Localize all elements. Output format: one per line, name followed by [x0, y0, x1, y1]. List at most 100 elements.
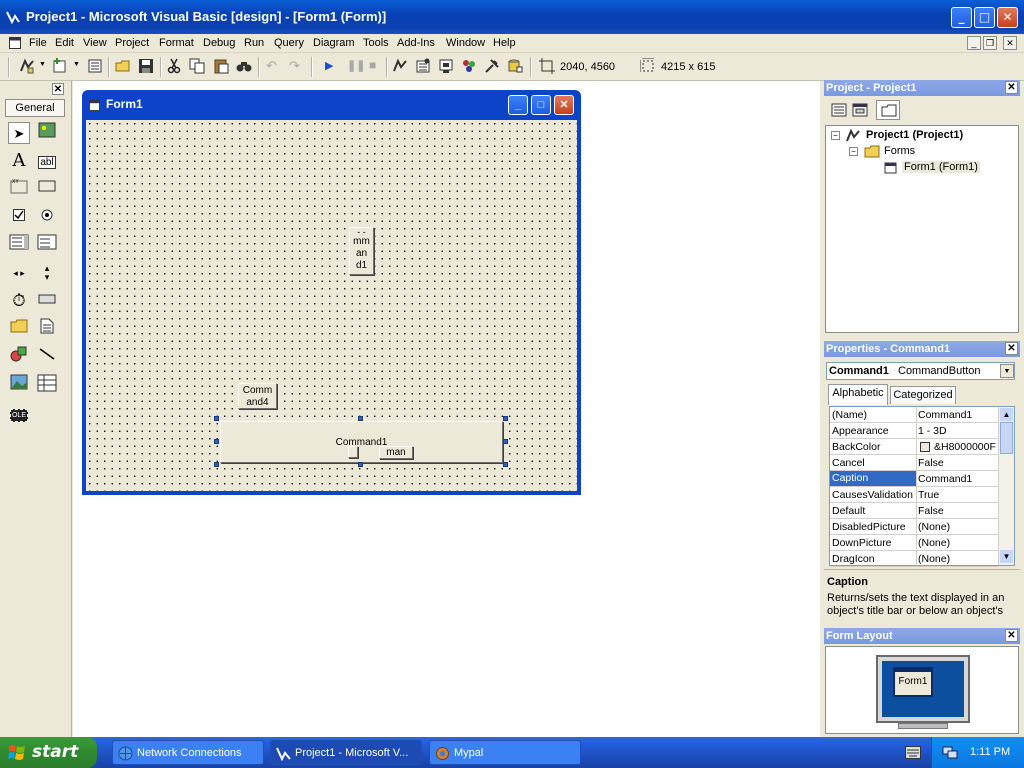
toolbox-tab-general[interactable]: General	[5, 99, 65, 117]
property-value[interactable]: Command1	[918, 473, 998, 485]
open-folder-icon[interactable]	[115, 58, 131, 74]
scroll-thumb[interactable]	[1000, 422, 1013, 454]
project-explorer-title[interactable]: Project - Project1 ✕	[824, 80, 1020, 96]
find-icon[interactable]	[236, 58, 252, 74]
menu-help[interactable]: Help	[493, 37, 516, 49]
cut-icon[interactable]	[166, 58, 182, 74]
property-row[interactable]: Appearance 1 - 3D	[830, 423, 998, 439]
command4-button[interactable]: Comm and4	[238, 383, 277, 409]
properties-title[interactable]: Properties - Command1 ✕	[824, 341, 1020, 357]
tiny-button[interactable]	[348, 446, 358, 458]
image-tool-icon[interactable]	[8, 374, 30, 396]
scroll-up-icon[interactable]: ▲	[1000, 408, 1013, 421]
hscrollbar-tool-icon[interactable]: ◂ ▸	[8, 262, 30, 284]
task-network-connections[interactable]: Network Connections	[112, 740, 264, 765]
property-row-selected[interactable]: Caption Command1	[830, 471, 998, 487]
menu-window[interactable]: Window	[446, 37, 485, 49]
combobox-tool-icon[interactable]	[8, 234, 30, 256]
resize-handle-se[interactable]	[503, 462, 508, 467]
ole-tool-icon[interactable]: OLE	[8, 402, 30, 424]
network-tray-icon[interactable]	[942, 744, 958, 760]
add-form-icon[interactable]	[52, 58, 68, 74]
save-icon[interactable]	[138, 58, 154, 74]
dirlistbox-tool-icon[interactable]	[8, 318, 30, 340]
toolbar-grip[interactable]	[8, 57, 10, 77]
add-project-icon[interactable]	[19, 58, 35, 74]
maximize-button[interactable]: □	[974, 7, 995, 28]
property-row[interactable]: (Name) Command1	[830, 407, 998, 423]
properties-window-icon[interactable]	[415, 58, 431, 74]
shape-tool-icon[interactable]	[8, 346, 30, 368]
project-explorer-icon[interactable]	[392, 58, 408, 74]
copy-icon[interactable]	[189, 58, 205, 74]
task-mypal[interactable]: Mypal	[429, 740, 581, 765]
drivelistbox-tool-icon[interactable]	[36, 290, 58, 312]
resize-handle-nw[interactable]	[214, 416, 219, 421]
resize-handle-sw[interactable]	[214, 462, 219, 467]
label-tool-icon[interactable]: A	[8, 150, 30, 172]
resize-handle-e[interactable]	[503, 439, 508, 444]
view-object-icon[interactable]	[852, 103, 868, 117]
command-button-narrow[interactable]: - - mm an d1	[349, 227, 374, 275]
object-selector[interactable]: Command1 CommandButton ▼	[826, 362, 1015, 380]
scroll-down-icon[interactable]: ▼	[1000, 550, 1013, 563]
menu-query[interactable]: Query	[274, 37, 304, 49]
resize-handle-n[interactable]	[358, 416, 363, 421]
start-run-icon[interactable]: ▶	[325, 59, 333, 72]
menu-editor-icon[interactable]	[87, 58, 103, 74]
property-row[interactable]: DragIcon (None)	[830, 551, 998, 567]
resize-handle-w[interactable]	[214, 439, 219, 444]
redo-icon[interactable]: ↷	[289, 58, 300, 74]
tab-alphabetic[interactable]: Alphabetic	[828, 384, 888, 405]
tree-collapse-icon[interactable]: −	[849, 147, 858, 156]
menu-file[interactable]: File	[29, 37, 47, 49]
form-designer-window[interactable]: Form1 _ □ ✕ - - mm an d1 Comm and4 Comma…	[82, 90, 581, 495]
project-explorer-close-button[interactable]: ✕	[1005, 81, 1018, 94]
data-view-icon[interactable]	[507, 58, 523, 74]
property-row[interactable]: CausesValidation True	[830, 487, 998, 503]
data-tool-icon[interactable]	[36, 374, 58, 396]
vscrollbar-tool-icon[interactable]: ▴ ▾	[36, 262, 58, 284]
form-layout-icon[interactable]	[438, 58, 454, 74]
form-maximize-button[interactable]: □	[531, 95, 551, 115]
view-code-icon[interactable]	[831, 103, 847, 117]
object-dropdown-icon[interactable]: ▼	[1000, 364, 1014, 378]
task-visual-basic[interactable]: Project1 - Microsoft V...	[270, 740, 422, 765]
menu-add-ins[interactable]: Add-Ins	[397, 37, 435, 49]
command1-button[interactable]: Command1	[220, 421, 503, 463]
form1-position-preview[interactable]: Form1	[893, 667, 933, 697]
form-design-surface[interactable]: - - mm an d1 Comm and4 Command1 man	[86, 120, 577, 491]
property-row[interactable]: DisabledPicture (None)	[830, 519, 998, 535]
resize-handle-ne[interactable]	[503, 416, 508, 421]
property-row[interactable]: BackColor &H8000000F	[830, 439, 998, 455]
menu-debug[interactable]: Debug	[203, 37, 235, 49]
commandbutton-tool-icon[interactable]	[36, 178, 58, 200]
tree-item-forms[interactable]: Forms	[884, 145, 915, 157]
properties-scrollbar[interactable]: ▲ ▼	[998, 407, 1014, 565]
menu-project[interactable]: Project	[115, 37, 149, 49]
checkbox-tool-icon[interactable]	[8, 206, 30, 228]
dropdown-arrow-icon[interactable]: ▼	[39, 61, 46, 68]
form-close-button[interactable]: ✕	[554, 95, 574, 115]
resize-handle-s[interactable]	[358, 462, 363, 467]
frame-tool-icon[interactable]: XY	[8, 178, 30, 200]
form-minimize-button[interactable]: _	[508, 95, 528, 115]
form-layout-title[interactable]: Form Layout ✕	[824, 628, 1020, 644]
pointer-tool-icon[interactable]: ➤	[8, 122, 30, 144]
object-browser-icon[interactable]	[461, 58, 477, 74]
keyboard-icon[interactable]	[905, 746, 921, 759]
mdi-close-button[interactable]: ✕	[1003, 36, 1017, 50]
menu-edit[interactable]: Edit	[55, 37, 74, 49]
menu-format[interactable]: Format	[159, 37, 194, 49]
app-title-bar[interactable]: Project1 - Microsoft Visual Basic [desig…	[0, 0, 1024, 34]
break-icon[interactable]: ❚❚	[347, 59, 365, 72]
menu-diagram[interactable]: Diagram	[313, 37, 355, 49]
property-row[interactable]: Cancel False	[830, 455, 998, 471]
dropdown-arrow-icon[interactable]: ▼	[73, 61, 80, 68]
properties-close-button[interactable]: ✕	[1005, 342, 1018, 355]
menu-tools[interactable]: Tools	[363, 37, 389, 49]
toolbox-close-button[interactable]: ✕	[52, 83, 64, 95]
tree-item-project[interactable]: Project1 (Project1)	[866, 129, 963, 141]
minimize-button[interactable]: _	[951, 7, 972, 28]
optionbutton-tool-icon[interactable]	[36, 206, 58, 228]
